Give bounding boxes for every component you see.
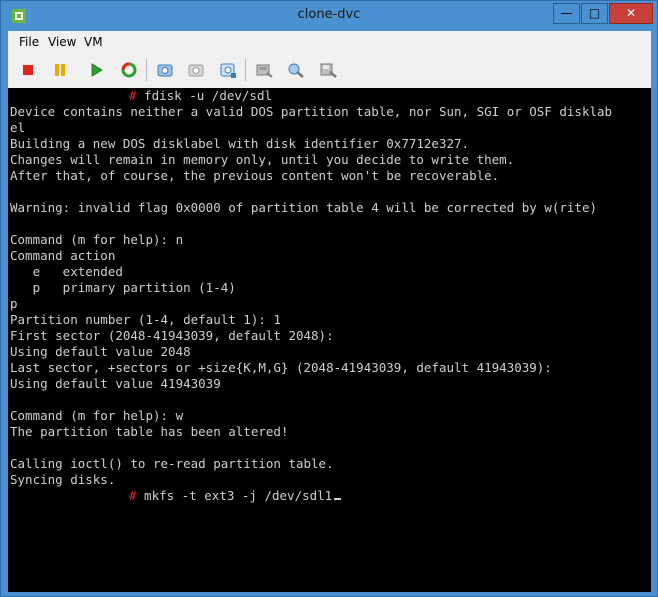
menu-view[interactable]: View [48, 35, 76, 49]
terminal-line: Using default value 2048 [10, 344, 191, 359]
prompt-symbol: # [129, 88, 137, 103]
terminal-prompt-line: # fdisk -u /dev/sdl [129, 88, 272, 104]
device-connect-button[interactable] [283, 57, 309, 83]
terminal-line: Partition number (1-4, default 1): 1 [10, 312, 281, 327]
terminal-line: el [10, 120, 26, 135]
prompt-command: mkfs -t ext3 -j /dev/sdl1 [136, 488, 333, 503]
power-on-button[interactable] [83, 57, 109, 83]
vm-console-window: clone-dvc — □ ✕ File View VM # fdisk -u … [0, 0, 658, 597]
floppy-connect-button[interactable] [315, 57, 341, 83]
terminal-line: The partition table has been altered! [10, 424, 289, 439]
toolbar-separator [245, 59, 246, 81]
toolbar [8, 55, 651, 87]
terminal-line: e extended [10, 264, 123, 279]
snapshot-manager-button[interactable] [215, 57, 241, 83]
terminal-line: Command (m for help): w [10, 408, 184, 423]
menu-bar: File View VM [8, 31, 651, 53]
reset-button[interactable] [116, 57, 142, 83]
terminal-line: Changes will remain in memory only, unti… [10, 152, 515, 167]
pause-icon [55, 64, 65, 76]
suspend-button[interactable] [47, 57, 73, 83]
snapshot-revert-button[interactable] [183, 57, 209, 83]
play-icon [91, 63, 103, 77]
window-client: File View VM # fdisk -u /dev/sdl Device … [8, 31, 651, 592]
terminal-line: p [10, 296, 18, 311]
minimize-button[interactable]: — [553, 3, 580, 24]
maximize-icon: □ [588, 6, 601, 20]
disk-icon [256, 64, 273, 78]
menu-file[interactable]: File [19, 35, 39, 49]
power-off-button[interactable] [15, 57, 41, 83]
terminal-prompt-line: # mkfs -t ext3 -j /dev/sdl1 [129, 488, 342, 504]
terminal-line: First sector (2048-41943039, default 204… [10, 328, 334, 343]
menu-vm[interactable]: VM [84, 35, 103, 49]
prompt-symbol: # [129, 488, 137, 503]
terminal-console[interactable]: # fdisk -u /dev/sdl Device contains neith… [8, 88, 651, 592]
stop-square-icon [23, 65, 33, 75]
snapshot-revert-icon [188, 64, 204, 77]
minimize-icon: — [560, 6, 573, 20]
terminal-line: Device contains neither a valid DOS part… [10, 104, 613, 119]
snapshot-take-button[interactable] [152, 57, 178, 83]
terminal-line: Command (m for help): n [10, 232, 184, 247]
terminal-line: Last sector, +sectors or +size{K,M,G} (2… [10, 360, 552, 375]
terminal-line: p primary partition (1-4) [10, 280, 236, 295]
terminal-line: Warning: invalid flag 0x0000 of partitio… [10, 200, 597, 215]
terminal-line: Command action [10, 248, 116, 263]
close-button[interactable]: ✕ [609, 3, 653, 24]
terminal-line: Calling ioctl() to re-read partition tab… [10, 456, 334, 471]
toolbar-separator [146, 59, 147, 81]
terminal-line: After that, of course, the previous cont… [10, 168, 500, 183]
plug-icon [288, 63, 304, 78]
title-bar[interactable]: clone-dvc — □ ✕ [1, 1, 657, 31]
cd-connect-button[interactable] [251, 57, 277, 83]
text-cursor [334, 498, 342, 500]
terminal-line: Building a new DOS disklabel with disk i… [10, 136, 470, 151]
prompt-command: fdisk -u /dev/sdl [136, 88, 272, 103]
close-icon: ✕ [625, 6, 637, 20]
refresh-icon [121, 62, 137, 78]
terminal-line: Syncing disks. [10, 472, 116, 487]
floppy-icon [320, 63, 337, 78]
snapshot-icon [157, 64, 173, 77]
snapshot-manager-icon [220, 63, 236, 78]
terminal-line: Using default value 41943039 [10, 376, 221, 391]
maximize-button[interactable]: □ [581, 3, 608, 24]
